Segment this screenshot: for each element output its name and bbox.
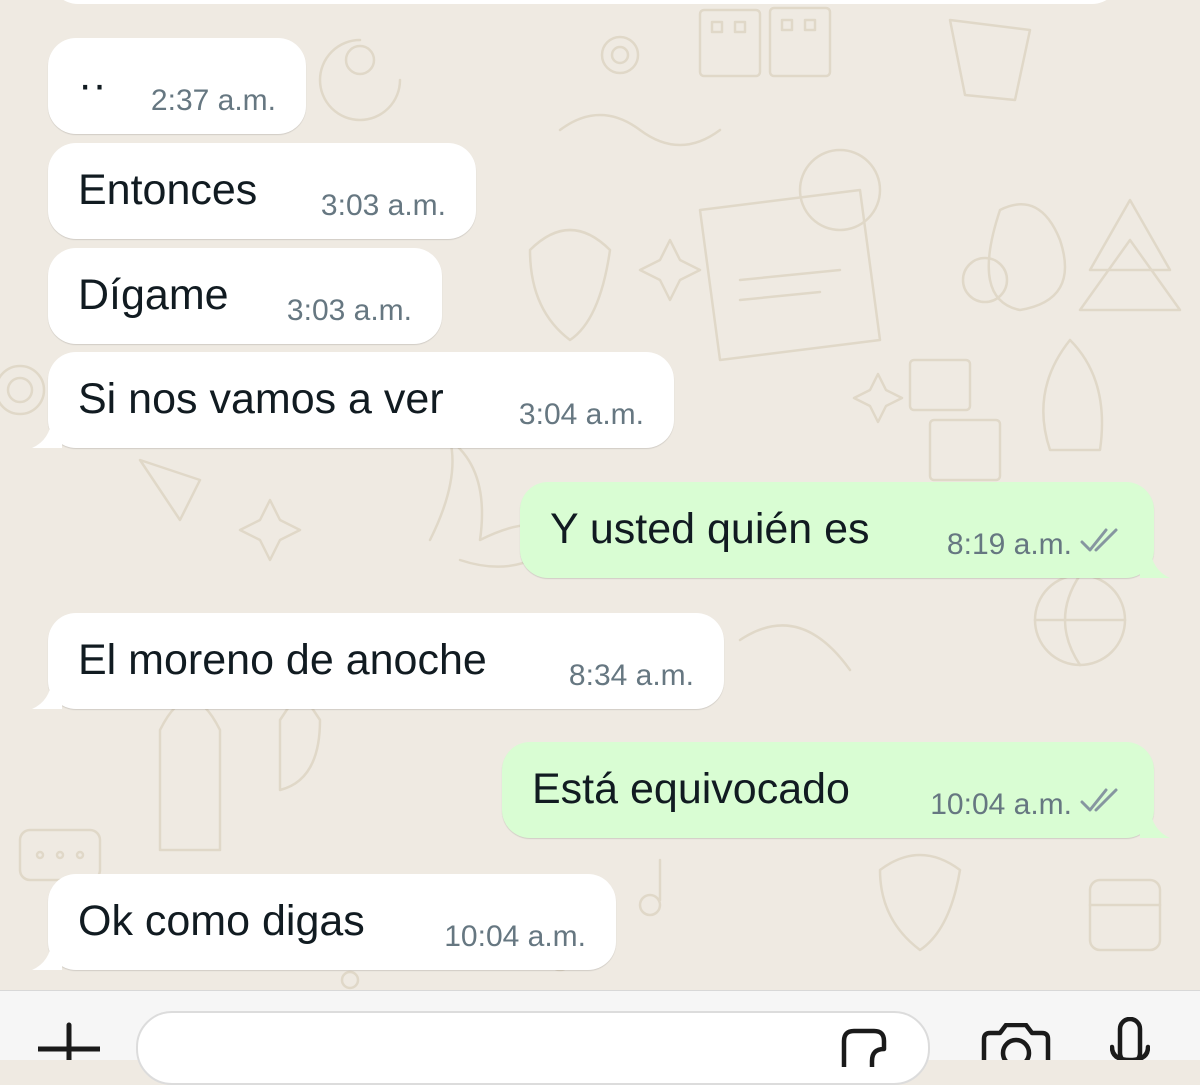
message-bubble-incoming[interactable]: ·· 2:37 a.m. [48,38,306,134]
bubble-tail [32,418,62,448]
bubble-tail [32,940,62,970]
message-time: 8:34 a.m. [568,659,694,692]
previous-message-bubble [50,0,1120,4]
message-text: Está equivocado [532,765,850,813]
message-text: El moreno de anoche [78,636,487,684]
sticker-icon[interactable] [838,1027,890,1067]
bubble-tail [1140,548,1170,578]
message-time: 3:03 a.m. [320,189,446,222]
chat-message-list[interactable]: ·· 2:37 a.m. Entonces 3:03 a.m. Dígame 3… [0,0,1200,990]
message-text: Si nos vamos a ver [78,375,444,423]
message-text: Y usted quién es [550,505,870,553]
bubble-tail [32,679,62,709]
camera-icon[interactable] [980,1023,1052,1060]
plus-icon[interactable] [38,1021,100,1060]
message-time: 2:37 a.m. [150,84,276,117]
message-composer [0,990,1200,1085]
message-bubble-incoming[interactable]: Entonces 3:03 a.m. [48,143,476,239]
message-time: 3:03 a.m. [286,294,412,327]
message-time: 3:04 a.m. [518,398,644,431]
message-bubble-outgoing[interactable]: Está equivocado 10:04 a.m. [502,742,1170,838]
message-input[interactable] [136,1011,930,1085]
message-bubble-incoming[interactable]: Ok como digas 10:04 a.m. [32,874,616,970]
message-time: 8:19 a.m. [946,528,1072,561]
message-text: Entonces [78,166,258,214]
read-receipt-icon [1080,528,1118,552]
read-receipt-icon [1080,788,1118,812]
bubble-tail [1140,808,1170,838]
message-bubble-incoming[interactable]: Dígame 3:03 a.m. [48,248,442,344]
message-bubble-outgoing[interactable]: Y usted quién es 8:19 a.m. [520,482,1170,578]
message-time: 10:04 a.m. [444,920,586,953]
message-time: 10:04 a.m. [930,788,1072,821]
message-text: Dígame [78,271,229,319]
message-text: Ok como digas [78,897,365,945]
message-bubble-incoming[interactable]: El moreno de anoche 8:34 a.m. [32,613,724,709]
message-text: ·· [78,61,107,109]
message-bubble-incoming[interactable]: Si nos vamos a ver 3:04 a.m. [32,352,674,448]
microphone-icon[interactable] [1110,1017,1150,1060]
